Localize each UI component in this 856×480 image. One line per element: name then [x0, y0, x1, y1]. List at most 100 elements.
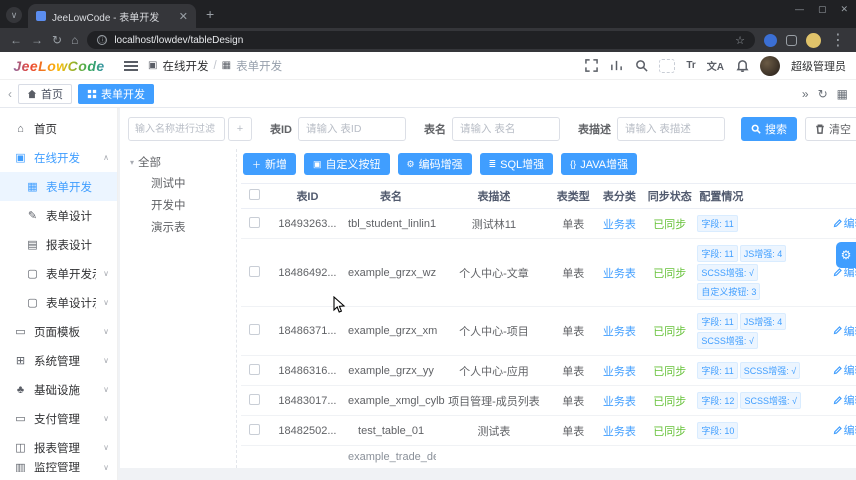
col-table-id[interactable]: 表ID — [268, 183, 347, 209]
row-checkbox[interactable] — [249, 265, 261, 277]
forward-icon[interactable]: → — [31, 33, 43, 47]
search-button[interactable]: 搜索 — [741, 117, 797, 141]
tabs-refresh-icon[interactable]: ↻ — [818, 87, 828, 101]
col-operations[interactable]: 操作 — [826, 183, 856, 209]
i18n-icon[interactable]: 文A — [707, 58, 724, 73]
reload-icon[interactable]: ↻ — [52, 33, 62, 47]
tree-filter-action-button[interactable]: + — [228, 117, 252, 141]
tree-filter-input[interactable] — [128, 117, 225, 141]
table-name-input[interactable] — [452, 117, 560, 141]
maximize-icon[interactable]: ▢ — [818, 4, 827, 15]
translate-icon[interactable]: Tr — [686, 60, 695, 71]
table-id-input[interactable] — [298, 117, 406, 141]
form-dev-icon: ▦ — [27, 181, 38, 193]
bookmark-star-icon[interactable]: ☆ — [735, 34, 745, 47]
form-design-demo-icon: ▢ — [27, 297, 38, 309]
close-icon[interactable]: ✕ — [840, 4, 848, 15]
custom-button-icon: ▣ — [313, 158, 322, 169]
edit-link[interactable]: 编辑 — [833, 362, 856, 378]
tab-home[interactable]: 首页 — [18, 83, 72, 104]
tabs-layout-icon[interactable]: ▦ — [837, 87, 848, 101]
table-desc-input[interactable] — [617, 117, 725, 141]
browser-menu-icon[interactable]: ⋮ — [830, 30, 846, 50]
browser-profile-avatar[interactable] — [806, 32, 821, 48]
sidebar-item-form-design[interactable]: ✎ 表单设计 — [0, 201, 117, 230]
sidebar-item-infra[interactable]: ♣ 基础设施 ∨ — [0, 375, 117, 404]
sidebar-item-system-manage[interactable]: ⊞ 系统管理 ∨ — [0, 346, 117, 375]
col-table-name[interactable]: 表名 — [346, 183, 437, 209]
table-row[interactable]: 18483017... example_xmgl_cylb 项目管理-成员列表 单表… — [241, 385, 856, 416]
sidebar-item-online-dev[interactable]: ▣ 在线开发 ∧ — [0, 143, 117, 172]
report-design-icon: ▤ — [27, 239, 38, 251]
row-checkbox[interactable] — [249, 393, 261, 405]
tab-close-icon[interactable]: ✕ — [179, 10, 188, 23]
settings-fab[interactable]: ⚙ — [836, 242, 856, 268]
tab-form-dev[interactable]: 表单开发 — [78, 83, 154, 104]
sidebar-item-form-dev[interactable]: ▦ 表单开发 — [0, 172, 117, 201]
col-table-category[interactable]: 表分类 — [594, 183, 644, 209]
browser-tab[interactable]: JeeLowCode - 表单开发 ✕ — [28, 4, 196, 28]
sidebar-item-payment[interactable]: ▭ 支付管理 ∨ — [0, 404, 117, 433]
minimize-icon[interactable]: — — [795, 4, 804, 15]
breadcrumb-parent[interactable]: 在线开发 — [162, 58, 208, 74]
app-logo[interactable]: JeeLowCode — [0, 58, 118, 74]
edit-link[interactable]: 编辑 — [833, 422, 856, 438]
sidebar-item-monitor[interactable]: ▥ 监控管理 ∨ — [0, 462, 117, 472]
row-checkbox[interactable] — [249, 423, 261, 435]
clear-button[interactable]: 清空 — [805, 117, 856, 141]
edit-link[interactable]: 编辑 — [833, 392, 856, 408]
extensions-puzzle-icon[interactable] — [786, 34, 797, 46]
keyboard-shortcut-icon[interactable] — [659, 58, 676, 73]
table-row[interactable]: 18486316... example_grzx_yy 个人中心-应用 单表 业务表 … — [241, 355, 856, 386]
new-tab-button[interactable]: + — [206, 6, 214, 22]
header-actions: Tr 文A 超级管理员 — [584, 55, 856, 76]
custom-button-button[interactable]: ▣ 自定义按钮 — [304, 153, 390, 175]
col-sync-status[interactable]: 同步状态 — [643, 183, 696, 209]
pencil-icon — [833, 218, 842, 228]
site-info-icon[interactable]: ⓘ — [97, 35, 108, 45]
tabs-scroll-right-icon[interactable]: » — [802, 87, 809, 101]
report-manage-icon: ◫ — [15, 442, 26, 454]
url-bar[interactable]: ⓘ localhost/lowdev/tableDesign ☆ — [87, 31, 755, 49]
row-checkbox[interactable] — [249, 216, 261, 228]
fullscreen-icon[interactable] — [584, 59, 598, 73]
chart-icon[interactable] — [609, 59, 623, 73]
sidebar-item-form-dev-demo[interactable]: ▢ 表单开发示例 ∨ — [0, 259, 117, 288]
sidebar-item-form-design-demo[interactable]: ▢ 表单设计示例 ∨ — [0, 288, 117, 317]
tree-node-all[interactable]: ▾ 全部 — [130, 151, 236, 173]
bell-icon[interactable] — [735, 59, 749, 73]
table-toolbar: ＋ 新增 ▣ 自定义按钮 ⚙ 编码增强 ≣ SQL增强 {} JAVA增强 — [241, 151, 856, 183]
user-avatar[interactable] — [760, 55, 780, 76]
add-button[interactable]: ＋ 新增 — [243, 153, 297, 175]
table-row-partial[interactable]: example_trade_deal — [241, 446, 856, 469]
sidebar-item-report-manage[interactable]: ◫ 报表管理 ∨ — [0, 433, 117, 462]
row-checkbox[interactable] — [249, 324, 261, 335]
edit-link[interactable]: 编辑 — [833, 215, 856, 231]
java-enhance-button[interactable]: {} JAVA增强 — [561, 153, 638, 175]
col-table-desc[interactable]: 表描述 — [436, 183, 552, 209]
sql-enhance-button[interactable]: ≣ SQL增强 — [479, 153, 554, 175]
tree-node-developing[interactable]: 开发中 — [130, 195, 236, 217]
sidebar-item-page-template[interactable]: ▭ 页面模板 ∨ — [0, 317, 117, 346]
tree-node-demo[interactable]: 演示表 — [130, 217, 236, 239]
edit-link[interactable]: 编辑 — [833, 323, 856, 339]
home-icon: ⌂ — [17, 122, 24, 135]
sidebar-item-report-design[interactable]: ▤ 报表设计 — [0, 230, 117, 259]
code-enhance-button[interactable]: ⚙ 编码增强 — [397, 153, 472, 175]
collapse-menu-icon[interactable] — [124, 60, 138, 71]
table-row[interactable]: 18493263... tbl_student_linlin1 测试林11 单表 业务… — [241, 208, 856, 239]
sidebar-item-home[interactable]: ⌂ 首页 — [0, 114, 117, 143]
tab-search-button[interactable]: ∨ — [6, 7, 22, 23]
home-icon[interactable]: ⌂ — [71, 33, 78, 47]
search-icon[interactable] — [634, 59, 648, 73]
col-table-type[interactable]: 表类型 — [551, 183, 595, 209]
col-config[interactable]: 配置情况 — [695, 183, 827, 209]
row-checkbox[interactable] — [249, 363, 261, 375]
user-name[interactable]: 超级管理员 — [791, 58, 846, 74]
extension-icon[interactable] — [764, 33, 777, 47]
tree-node-testing[interactable]: 测试中 — [130, 173, 236, 195]
table-row[interactable]: 18482502... test_table_01 测试表 单表 业务表 已同步 字段… — [241, 415, 856, 446]
tabs-scroll-left-icon[interactable]: ‹ — [8, 87, 12, 101]
back-icon[interactable]: ← — [10, 33, 22, 47]
select-all-checkbox[interactable] — [249, 189, 261, 200]
